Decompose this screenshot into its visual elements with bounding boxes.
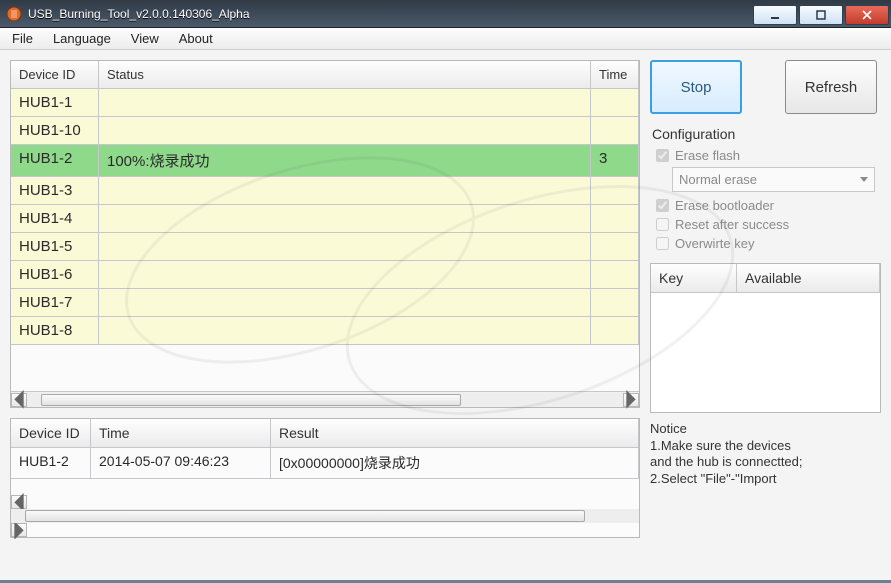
key-table-header-key[interactable]: Key <box>651 264 737 292</box>
log-table-header-time[interactable]: Time <box>91 419 271 447</box>
device-time-cell <box>591 233 639 260</box>
notice-line: and the hub is connectted; <box>650 454 881 470</box>
log-table: Device ID Time Result HUB1-22014-05-07 0… <box>10 418 640 538</box>
reset-after-success-checkbox[interactable]: Reset after success <box>652 215 879 234</box>
table-row[interactable]: HUB1-8 <box>11 317 639 345</box>
erase-bootloader-checkbox[interactable]: Erase bootloader <box>652 196 879 215</box>
erase-mode-combo[interactable]: Normal erase <box>672 167 875 192</box>
scroll-thumb[interactable] <box>25 510 585 522</box>
device-table: Device ID Status Time HUB1-1HUB1-10HUB1-… <box>10 60 640 408</box>
scroll-left-icon[interactable] <box>11 393 27 407</box>
log-table-header: Device ID Time Result <box>11 419 639 448</box>
log-time-cell: 2014-05-07 09:46:23 <box>91 448 271 478</box>
refresh-button[interactable]: Refresh <box>785 60 877 114</box>
erase-bootloader-input[interactable] <box>656 199 669 212</box>
menu-file[interactable]: File <box>2 29 43 48</box>
window-minimize-button[interactable] <box>753 5 797 25</box>
device-time-cell: 3 <box>591 145 639 176</box>
window-titlebar: USB_Burning_Tool_v2.0.0.140306_Alpha <box>0 0 891 28</box>
notice-line: 1.Make sure the devices <box>650 438 881 454</box>
device-id-cell: HUB1-2 <box>11 145 99 176</box>
device-table-header: Device ID Status Time <box>11 61 639 89</box>
table-row[interactable]: HUB1-4 <box>11 205 639 233</box>
device-id-cell: HUB1-5 <box>11 233 99 260</box>
device-time-cell <box>591 89 639 116</box>
configuration-title: Configuration <box>652 126 879 142</box>
table-row[interactable]: HUB1-7 <box>11 289 639 317</box>
overwrite-key-input[interactable] <box>656 237 669 250</box>
device-id-cell: HUB1-1 <box>11 89 99 116</box>
menu-language[interactable]: Language <box>43 29 121 48</box>
chevron-down-icon <box>860 177 868 182</box>
device-id-cell: HUB1-4 <box>11 205 99 232</box>
overwrite-key-checkbox[interactable]: Overwirte key <box>652 234 879 253</box>
device-time-cell <box>591 205 639 232</box>
device-status-cell <box>99 117 591 144</box>
window-title: USB_Burning_Tool_v2.0.0.140306_Alpha <box>28 7 753 21</box>
device-status-cell <box>99 89 591 116</box>
device-status-cell <box>99 177 591 204</box>
device-time-cell <box>591 317 639 344</box>
log-result-cell: [0x00000000]烧录成功 <box>271 448 639 478</box>
device-id-cell: HUB1-7 <box>11 289 99 316</box>
device-id-cell: HUB1-8 <box>11 317 99 344</box>
device-status-cell: 100%:烧录成功 <box>99 145 591 176</box>
menu-bar: File Language View About <box>0 28 891 50</box>
device-id-cell: HUB1-3 <box>11 177 99 204</box>
erase-flash-checkbox[interactable]: Erase flash <box>652 146 879 165</box>
table-row[interactable]: HUB1-3 <box>11 177 639 205</box>
scroll-track[interactable] <box>27 393 623 407</box>
window-close-button[interactable] <box>845 5 889 25</box>
table-row[interactable]: HUB1-5 <box>11 233 639 261</box>
key-table: Key Available <box>650 263 881 413</box>
window-maximize-button[interactable] <box>799 5 843 25</box>
device-time-cell <box>591 117 639 144</box>
table-row[interactable]: HUB1-10 <box>11 117 639 145</box>
device-time-cell <box>591 261 639 288</box>
key-table-header-available[interactable]: Available <box>737 264 880 292</box>
stop-button[interactable]: Stop <box>650 60 742 114</box>
app-icon <box>6 6 22 22</box>
device-table-header-time[interactable]: Time <box>591 61 639 88</box>
table-row[interactable]: HUB1-6 <box>11 261 639 289</box>
device-table-hscroll[interactable] <box>11 391 639 407</box>
scroll-thumb[interactable] <box>41 394 461 406</box>
log-table-hscroll[interactable] <box>11 495 639 537</box>
scroll-right-icon[interactable] <box>623 393 639 407</box>
device-status-cell <box>99 289 591 316</box>
device-id-cell: HUB1-6 <box>11 261 99 288</box>
table-row[interactable]: HUB1-1 <box>11 89 639 117</box>
log-table-header-id[interactable]: Device ID <box>11 419 91 447</box>
table-row[interactable]: HUB1-22014-05-07 09:46:23[0x00000000]烧录成… <box>11 448 639 479</box>
key-table-body <box>651 293 880 412</box>
table-row[interactable]: HUB1-2100%:烧录成功3 <box>11 145 639 177</box>
notice-line: 2.Select "File"-"Import <box>650 471 881 487</box>
device-status-cell <box>99 233 591 260</box>
device-id-cell: HUB1-10 <box>11 117 99 144</box>
configuration-panel: Configuration Erase flash Normal erase E… <box>650 122 881 255</box>
log-id-cell: HUB1-2 <box>11 448 91 478</box>
notice-title: Notice <box>650 421 881 436</box>
notice-panel: Notice 1.Make sure the devices and the h… <box>650 421 881 487</box>
log-table-header-result[interactable]: Result <box>271 419 639 447</box>
device-time-cell <box>591 177 639 204</box>
device-status-cell <box>99 261 591 288</box>
scroll-right-icon[interactable] <box>11 523 27 537</box>
scroll-track[interactable] <box>11 509 639 523</box>
reset-after-input[interactable] <box>656 218 669 231</box>
device-status-cell <box>99 317 591 344</box>
device-table-header-id[interactable]: Device ID <box>11 61 99 88</box>
device-time-cell <box>591 289 639 316</box>
menu-about[interactable]: About <box>169 29 223 48</box>
menu-view[interactable]: View <box>121 29 169 48</box>
erase-flash-input[interactable] <box>656 149 669 162</box>
device-status-cell <box>99 205 591 232</box>
scroll-left-icon[interactable] <box>11 495 27 509</box>
device-table-header-status[interactable]: Status <box>99 61 591 88</box>
